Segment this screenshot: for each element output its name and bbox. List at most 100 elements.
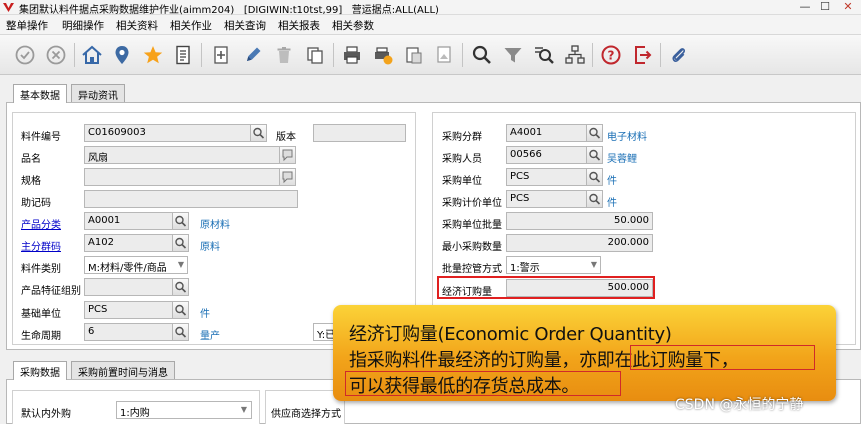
toolbar: ? — [0, 35, 861, 75]
purchase-unit-field[interactable]: PCS — [506, 168, 588, 186]
add-icon[interactable] — [210, 44, 232, 66]
life-cycle-field[interactable]: 6 — [84, 323, 174, 341]
product-class-link[interactable]: 产品分类 — [21, 216, 61, 231]
name-field[interactable]: 风扇 — [84, 146, 281, 164]
item-no-field[interactable]: C01609003 — [84, 124, 252, 142]
confirm-icon[interactable] — [14, 44, 36, 66]
product-class-field[interactable]: A0001 — [84, 212, 174, 230]
tab-purchase-data[interactable]: 采购数据 — [13, 361, 67, 380]
unit-batch-label: 采购单位批量 — [442, 220, 502, 231]
supplier-method-label: 供应商选择方式 — [271, 409, 341, 420]
buyer-desc: 吴蓉鲤 — [607, 154, 637, 165]
item-type-label: 料件类别 — [21, 264, 61, 275]
paperclip-icon[interactable] — [668, 44, 690, 66]
tab-basic-data[interactable]: 基本数据 — [13, 84, 67, 103]
version-field[interactable] — [313, 124, 406, 142]
pricing-unit-field[interactable]: PCS — [506, 190, 588, 208]
delete-trash-icon[interactable] — [273, 44, 295, 66]
name-multilang-icon[interactable] — [279, 146, 296, 164]
purchase-group-label: 采购分群 — [442, 132, 482, 143]
favorite-star-icon[interactable] — [142, 44, 164, 66]
attachment-doc-icon[interactable] — [403, 44, 425, 66]
svg-text:?: ? — [608, 49, 615, 63]
mnemonic-field[interactable] — [84, 190, 298, 208]
document-list-icon[interactable] — [172, 44, 194, 66]
filter-icon[interactable] — [502, 44, 524, 66]
advanced-search-icon[interactable] — [533, 44, 555, 66]
menu-bar: 整单操作 明细操作 相关资料 相关作业 相关查询 相关报表 相关参数 — [0, 15, 861, 35]
menu-item-detail-ops[interactable]: 明细操作 — [62, 18, 104, 33]
main-group-link[interactable]: 主分群码 — [21, 238, 61, 253]
item-no-lookup-icon[interactable] — [250, 124, 267, 142]
eoq-highlight-box — [437, 276, 655, 299]
edit-pencil-icon[interactable] — [242, 44, 264, 66]
main-group-lookup-icon[interactable] — [172, 234, 189, 252]
default-inout-select[interactable]: 1:内购 — [116, 401, 252, 419]
callout-highlight-2 — [345, 371, 621, 396]
name-label: 品名 — [21, 154, 41, 165]
batch-control-chevron-down-icon[interactable]: ▼ — [587, 256, 601, 274]
exit-icon[interactable] — [632, 44, 654, 66]
spec-field[interactable] — [84, 168, 281, 186]
search-icon[interactable] — [471, 44, 493, 66]
image-doc-icon[interactable] — [434, 44, 456, 66]
watermark-text: CSDN @永恒的宁静 — [675, 397, 804, 413]
item-type-chevron-down-icon[interactable]: ▼ — [174, 256, 188, 274]
minimize-button[interactable]: — — [795, 0, 815, 14]
product-class-lookup-icon[interactable] — [172, 212, 189, 230]
base-unit-label: 基础单位 — [21, 309, 61, 320]
menu-item-related-data[interactable]: 相关资料 — [116, 18, 158, 33]
base-unit-desc: 件 — [200, 309, 210, 320]
tab-lead-time[interactable]: 采购前置时间与消息 — [71, 361, 175, 379]
life-cycle-desc: 量产 — [200, 331, 220, 342]
eoq-callout: 经济订购量(Economic Order Quantity) 指采购料件最经济的… — [333, 305, 836, 401]
pricing-unit-label: 采购计价单位 — [442, 198, 502, 209]
location-pin-icon[interactable] — [111, 44, 133, 66]
version-label: 版本 — [276, 132, 296, 143]
spec-multilang-icon[interactable] — [279, 168, 296, 186]
buyer-label: 采购人员 — [442, 154, 482, 165]
purchase-unit-lookup-icon[interactable] — [586, 168, 603, 186]
pricing-unit-lookup-icon[interactable] — [586, 190, 603, 208]
cancel-icon[interactable] — [45, 44, 67, 66]
export-print-icon[interactable] — [372, 44, 394, 66]
base-unit-lookup-icon[interactable] — [172, 301, 189, 319]
copy-icon[interactable] — [304, 44, 326, 66]
close-button[interactable]: ✕ — [835, 0, 861, 14]
base-unit-field[interactable]: PCS — [84, 301, 174, 319]
main-group-field[interactable]: A102 — [84, 234, 174, 252]
buyer-lookup-icon[interactable] — [586, 146, 603, 164]
purchase-group-field[interactable]: A4001 — [506, 124, 588, 142]
mnemonic-label: 助记码 — [21, 198, 51, 209]
home-icon[interactable] — [81, 44, 103, 66]
purchase-group-lookup-icon[interactable] — [586, 124, 603, 142]
menu-item-related-params[interactable]: 相关参数 — [332, 18, 374, 33]
menu-item-order-ops[interactable]: 整单操作 — [6, 18, 48, 33]
feature-group-label: 产品特征组别 — [21, 286, 81, 297]
default-inout-chevron-down-icon[interactable]: ▼ — [237, 401, 251, 419]
maximize-button[interactable]: ☐ — [815, 0, 835, 14]
menu-item-related-jobs[interactable]: 相关作业 — [170, 18, 212, 33]
window-title: 集团默认料件据点采购数据维护作业(aimm204) [DIGIWIN:t10ts… — [19, 5, 439, 16]
spec-label: 规格 — [21, 176, 41, 187]
app-logo-icon — [3, 3, 14, 12]
life-cycle-lookup-icon[interactable] — [172, 323, 189, 341]
unit-batch-field[interactable]: 50.000 — [506, 212, 653, 230]
menu-item-related-reports[interactable]: 相关报表 — [278, 18, 320, 33]
menu-item-related-query[interactable]: 相关查询 — [224, 18, 266, 33]
pricing-unit-desc: 件 — [607, 198, 617, 209]
help-icon[interactable]: ? — [600, 44, 622, 66]
feature-group-field[interactable] — [84, 278, 174, 296]
min-qty-field[interactable]: 200.000 — [506, 234, 653, 252]
purchase-unit-desc: 件 — [607, 176, 617, 187]
title-bar: 集团默认料件据点采购数据维护作业(aimm204) [DIGIWIN:t10ts… — [0, 0, 861, 16]
purchase-group-desc: 电子材料 — [607, 132, 647, 143]
item-type-select[interactable]: M:材料/零件/商品 — [84, 256, 188, 274]
purchase-unit-label: 采购单位 — [442, 176, 482, 187]
print-icon[interactable] — [341, 44, 363, 66]
hierarchy-icon[interactable] — [564, 44, 586, 66]
feature-group-lookup-icon[interactable] — [172, 278, 189, 296]
tab-change-info[interactable]: 异动资讯 — [71, 84, 125, 102]
buyer-field[interactable]: 00566 — [506, 146, 588, 164]
callout-line-1: 经济订购量(Economic Order Quantity) — [349, 324, 672, 345]
